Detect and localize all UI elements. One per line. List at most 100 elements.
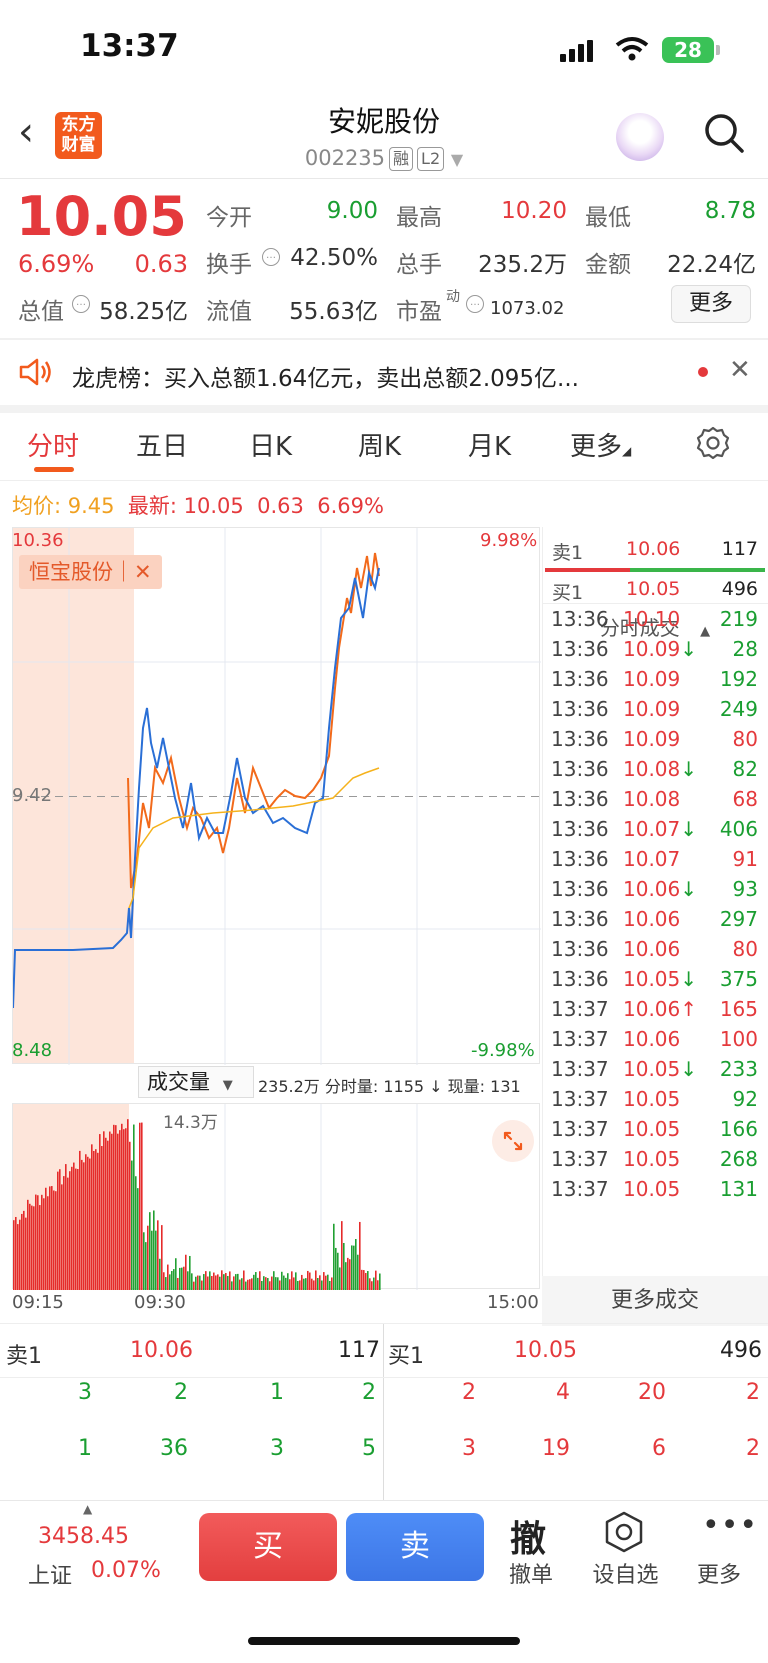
volume-bar — [367, 1271, 369, 1290]
volume-bar — [105, 1137, 107, 1290]
trade-time: 13:36 — [551, 967, 609, 991]
volume-bar — [107, 1140, 109, 1290]
change-percent: 6.69% — [18, 250, 95, 278]
low-value: 8.78 — [704, 198, 756, 224]
cancel-order-label[interactable]: 撤单 — [505, 1557, 557, 1589]
info-icon[interactable]: … — [466, 295, 484, 313]
volume-bar — [113, 1124, 115, 1290]
hexagon-icon[interactable] — [603, 1510, 645, 1554]
battery-tip — [716, 45, 720, 55]
volume-bar — [353, 1245, 355, 1290]
buy-button[interactable]: 买 — [199, 1513, 337, 1581]
tab-intraday[interactable]: 分时 — [27, 426, 79, 463]
volume-bar — [161, 1225, 163, 1290]
trade-time: 13:37 — [551, 1027, 609, 1051]
tab-daily-k[interactable]: 日K — [249, 426, 292, 463]
volume-bar — [173, 1269, 175, 1290]
volume-bar — [77, 1168, 79, 1290]
trade-time: 13:36 — [551, 697, 609, 721]
info-icon[interactable]: … — [262, 248, 280, 266]
arrow-down-icon: ↓ — [680, 967, 698, 991]
open-value: 9.00 — [326, 198, 378, 224]
trade-price: 10.05 — [623, 1177, 681, 1201]
volume-bar — [351, 1245, 353, 1290]
trade-price: 10.05 — [623, 1087, 681, 1111]
buy-order-qty: 19 — [542, 1436, 570, 1461]
tab-weekly-k[interactable]: 周K — [358, 426, 401, 463]
trade-time: 13:36 — [551, 607, 609, 631]
index-value[interactable]: 3458.45 — [38, 1524, 129, 1549]
tab-monthly-k[interactable]: 月K — [468, 426, 511, 463]
more-trades-button[interactable]: 更多成交 — [542, 1276, 768, 1326]
trade-time: 13:36 — [551, 757, 609, 781]
volume-bar — [53, 1190, 55, 1290]
volume-bar — [143, 1232, 145, 1290]
volume-bar — [295, 1272, 297, 1290]
volume-value: 235.2万 — [478, 252, 567, 278]
trade-qty: 233 — [719, 1057, 758, 1081]
notice-text[interactable]: 龙虎榜：买入总额1.64亿元，卖出总额2.095亿... — [72, 359, 579, 393]
gear-icon[interactable] — [695, 425, 731, 461]
pe-sup: 动 — [446, 289, 460, 305]
y-max-label: 10.36 — [12, 530, 64, 551]
time-start-label: 09:15 — [12, 1292, 64, 1313]
volume-bar — [205, 1271, 207, 1290]
expand-icon[interactable] — [492, 1120, 534, 1162]
index-change[interactable]: 0.07% — [91, 1558, 161, 1583]
volume-bar — [57, 1171, 59, 1290]
info-icon[interactable]: … — [72, 295, 90, 313]
tab-five-day[interactable]: 五日 — [136, 426, 188, 463]
search-icon[interactable] — [703, 112, 745, 154]
volume-bar — [247, 1279, 249, 1290]
volume-bar — [357, 1254, 359, 1290]
compare-stock-tag[interactable]: 恒宝股份｜✕ — [19, 555, 162, 589]
change-amount: 0.63 — [134, 250, 188, 278]
intraday-chart[interactable] — [12, 527, 541, 1065]
trade-qty: 192 — [719, 667, 758, 691]
more-dots-icon[interactable]: ••• — [702, 1508, 758, 1543]
add-favorite-label[interactable]: 设自选 — [588, 1557, 663, 1589]
trade-price: 10.05 — [623, 1147, 681, 1171]
close-icon[interactable]: ✕ — [729, 355, 751, 385]
volume-chart[interactable] — [12, 1103, 540, 1290]
sell-ratio-bar — [545, 568, 630, 572]
dropdown-icon[interactable]: ▼ — [451, 150, 463, 169]
buy-order-qty: 6 — [652, 1436, 666, 1461]
indicator-select[interactable]: 成交量 ▼ — [138, 1066, 254, 1098]
cancel-order-icon[interactable]: 撤 — [510, 1510, 546, 1562]
bottom-sell1-qty: 117 — [338, 1338, 380, 1363]
buy-ratio-bar — [630, 568, 765, 572]
sell-order-qty: 1 — [270, 1380, 284, 1405]
latest-pct: 6.69% — [317, 494, 384, 518]
assistant-avatar-icon[interactable] — [616, 113, 664, 161]
volume-bar — [217, 1274, 219, 1290]
volume-bar — [29, 1203, 31, 1290]
volume-info: 235.2万 分时量: 1155 ↓ 现量: 131 — [258, 1073, 521, 1097]
more-label[interactable]: 更多 — [694, 1557, 744, 1589]
volume-bar — [255, 1272, 257, 1290]
chart-info-line: 均价: 9.45 最新: 10.05 0.63 6.69% — [12, 490, 384, 520]
more-button[interactable]: 更多 — [671, 285, 751, 323]
volume-bar — [307, 1270, 309, 1290]
turnover-value: 42.50% — [290, 245, 378, 271]
trade-qty: 249 — [719, 697, 758, 721]
trade-time: 13:36 — [551, 637, 609, 661]
volume-info-text: 235.2万 分时量: 1155 ↓ 现量: 131 — [258, 1077, 521, 1096]
sell-button[interactable]: 卖 — [346, 1513, 484, 1581]
bottom-buy1-qty: 496 — [720, 1338, 762, 1363]
volume-bar — [65, 1164, 67, 1290]
volume-bar — [93, 1150, 95, 1290]
trade-time: 13:37 — [551, 1147, 609, 1171]
volume-bar — [293, 1277, 295, 1290]
volume-bar — [267, 1278, 269, 1290]
index-name[interactable]: 上证 — [28, 1558, 72, 1590]
volume-bar — [87, 1156, 89, 1290]
volume-bar — [79, 1150, 81, 1290]
volume-bar — [97, 1152, 99, 1290]
trade-qty: 80 — [732, 937, 758, 961]
trade-time: 13:36 — [551, 727, 609, 751]
volume-bar — [321, 1280, 323, 1290]
tab-more[interactable]: 更多◢ — [570, 426, 631, 463]
volume-bar — [325, 1275, 327, 1290]
expand-up-icon[interactable]: ▲ — [83, 1502, 92, 1516]
